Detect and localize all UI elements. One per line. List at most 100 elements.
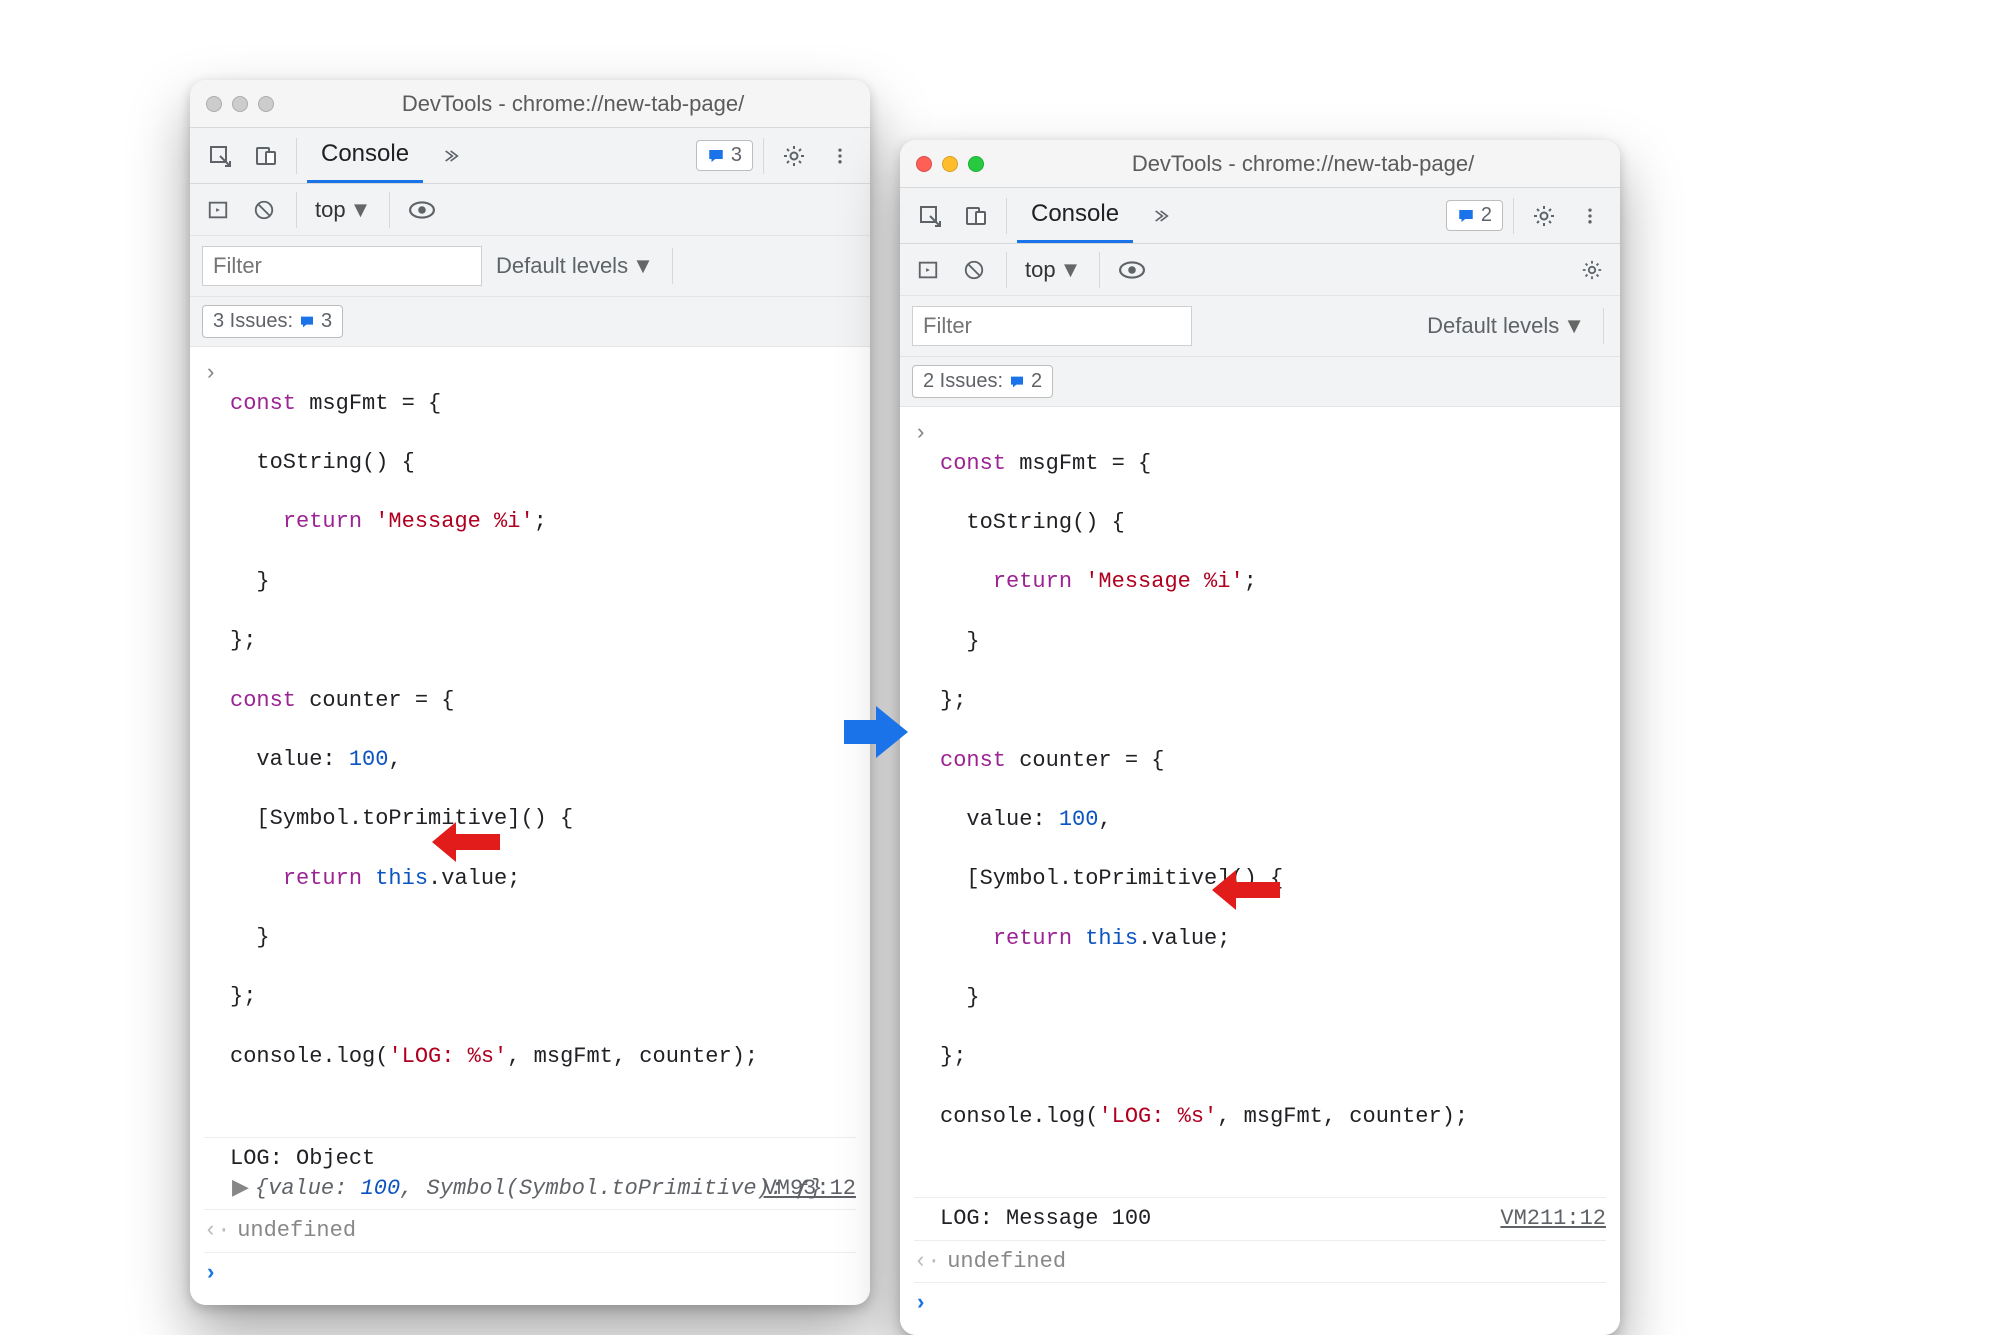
chevron-down-icon: ▼	[632, 253, 654, 279]
more-tabs-icon[interactable]	[429, 136, 469, 176]
main-toolbar: Console 2	[900, 188, 1620, 244]
tab-console[interactable]: Console	[1017, 188, 1133, 243]
return-arrow-icon: ‹·	[204, 1216, 224, 1246]
minimize-dot[interactable]	[232, 96, 248, 112]
issues-chip-label: 2 Issues:	[923, 370, 1003, 393]
console-input-row[interactable]: › const msgFmt = { toString() { return '…	[914, 413, 1606, 1198]
clear-console-icon[interactable]	[246, 192, 282, 228]
kebab-menu-icon[interactable]	[1570, 196, 1610, 236]
input-prompt-icon: ›	[914, 419, 934, 449]
chevron-down-icon: ▼	[1563, 313, 1585, 339]
issues-indicator[interactable]: 3	[696, 140, 753, 171]
filter-input[interactable]	[202, 246, 482, 286]
inspect-icon[interactable]	[200, 136, 240, 176]
console-prompt-row[interactable]: ›	[204, 1253, 856, 1295]
sidebar-toggle-icon[interactable]	[200, 192, 236, 228]
separator	[389, 192, 390, 228]
more-tabs-icon[interactable]	[1139, 196, 1179, 236]
levels-selector[interactable]: Default levels▼	[496, 253, 654, 279]
highlight-arrow-left-icon	[430, 820, 500, 864]
separator	[1603, 308, 1604, 344]
minimize-dot[interactable]	[942, 156, 958, 172]
issues-row: 2 Issues: 2	[900, 357, 1620, 407]
window-title: DevTools - chrome://new-tab-page/	[292, 91, 854, 117]
main-toolbar: Console 3	[190, 128, 870, 184]
code-block: const msgFmt = { toString() { return 'Me…	[224, 359, 758, 1131]
chevron-down-icon: ▼	[1060, 257, 1082, 283]
console-toolbar: top▼	[190, 184, 870, 236]
chat-icon	[1009, 374, 1025, 390]
separator	[1513, 198, 1514, 234]
issues-count: 3	[731, 144, 742, 167]
filter-row: Default levels▼	[900, 296, 1620, 357]
undefined-text: undefined	[947, 1249, 1066, 1274]
window-title: DevTools - chrome://new-tab-page/	[1002, 151, 1604, 177]
console-settings-icon[interactable]	[1574, 252, 1610, 288]
window-controls[interactable]	[916, 156, 984, 172]
undefined-text: undefined	[237, 1218, 356, 1243]
context-selector[interactable]: top▼	[311, 195, 375, 225]
device-toggle-icon[interactable]	[956, 196, 996, 236]
chat-icon	[707, 147, 725, 165]
chevron-down-icon: ▼	[350, 197, 372, 223]
object-preview: {value: 100, Symbol(Symbol.toPrimitive):…	[255, 1176, 823, 1201]
filter-input[interactable]	[912, 306, 1192, 346]
titlebar: DevTools - chrome://new-tab-page/	[900, 140, 1620, 188]
separator	[1006, 252, 1007, 288]
issues-chip-count: 2	[1031, 370, 1042, 393]
console-prompt-row[interactable]: ›	[914, 1283, 1606, 1325]
sidebar-toggle-icon[interactable]	[910, 252, 946, 288]
issues-count: 2	[1481, 204, 1492, 227]
issues-chip[interactable]: 3 Issues: 3	[202, 305, 343, 338]
issues-chip-count: 3	[321, 310, 332, 333]
context-selector[interactable]: top▼	[1021, 255, 1085, 285]
device-toggle-icon[interactable]	[246, 136, 286, 176]
separator	[1006, 198, 1007, 234]
expand-triangle-icon[interactable]: ▶	[232, 1176, 249, 1201]
titlebar: DevTools - chrome://new-tab-page/	[190, 80, 870, 128]
issues-indicator[interactable]: 2	[1446, 200, 1503, 231]
console-log-row[interactable]: LOG: Message 100 VM211:12	[914, 1198, 1606, 1241]
issues-row: 3 Issues: 3	[190, 297, 870, 347]
devtools-window-right: DevTools - chrome://new-tab-page/ Consol…	[900, 140, 1620, 1335]
code-block: const msgFmt = { toString() { return 'Me…	[934, 419, 1468, 1191]
log-text: LOG: Object	[204, 1144, 856, 1174]
console-log-row[interactable]: LOG: Object ▶{value: 100, Symbol(Symbol.…	[204, 1138, 856, 1210]
zoom-dot[interactable]	[968, 156, 984, 172]
close-dot[interactable]	[916, 156, 932, 172]
prompt-icon: ›	[204, 1261, 217, 1286]
separator	[296, 138, 297, 174]
transition-arrow-icon	[840, 700, 912, 764]
canvas: DevTools - chrome://new-tab-page/ Consol…	[0, 0, 2000, 1224]
object-expand-row[interactable]: ▶{value: 100, Symbol(Symbol.toPrimitive)…	[204, 1174, 856, 1204]
close-dot[interactable]	[206, 96, 222, 112]
clear-console-icon[interactable]	[956, 252, 992, 288]
devtools-window-left: DevTools - chrome://new-tab-page/ Consol…	[190, 80, 870, 1305]
console-input-row[interactable]: › const msgFmt = { toString() { return '…	[204, 353, 856, 1138]
zoom-dot[interactable]	[258, 96, 274, 112]
separator	[1099, 252, 1100, 288]
console-return-row: ‹· undefined	[204, 1210, 856, 1253]
issues-chip-label: 3 Issues:	[213, 310, 293, 333]
chat-icon	[1457, 207, 1475, 225]
chat-icon	[299, 314, 315, 330]
window-controls[interactable]	[206, 96, 274, 112]
settings-icon[interactable]	[1524, 196, 1564, 236]
live-expression-icon[interactable]	[404, 192, 440, 228]
separator	[763, 138, 764, 174]
filter-row: Default levels▼	[190, 236, 870, 297]
issues-chip[interactable]: 2 Issues: 2	[912, 365, 1053, 398]
source-link[interactable]: VM211:12	[1500, 1204, 1606, 1234]
tab-console[interactable]: Console	[307, 128, 423, 183]
console-output: › const msgFmt = { toString() { return '…	[190, 347, 870, 1305]
input-prompt-icon: ›	[204, 359, 224, 389]
console-toolbar: top▼	[900, 244, 1620, 296]
settings-icon[interactable]	[774, 136, 814, 176]
levels-selector[interactable]: Default levels▼	[1427, 313, 1585, 339]
inspect-icon[interactable]	[910, 196, 950, 236]
source-link[interactable]: VM93:12	[764, 1174, 856, 1204]
live-expression-icon[interactable]	[1114, 252, 1150, 288]
kebab-menu-icon[interactable]	[820, 136, 860, 176]
console-return-row: ‹· undefined	[914, 1241, 1606, 1284]
separator	[672, 248, 673, 284]
